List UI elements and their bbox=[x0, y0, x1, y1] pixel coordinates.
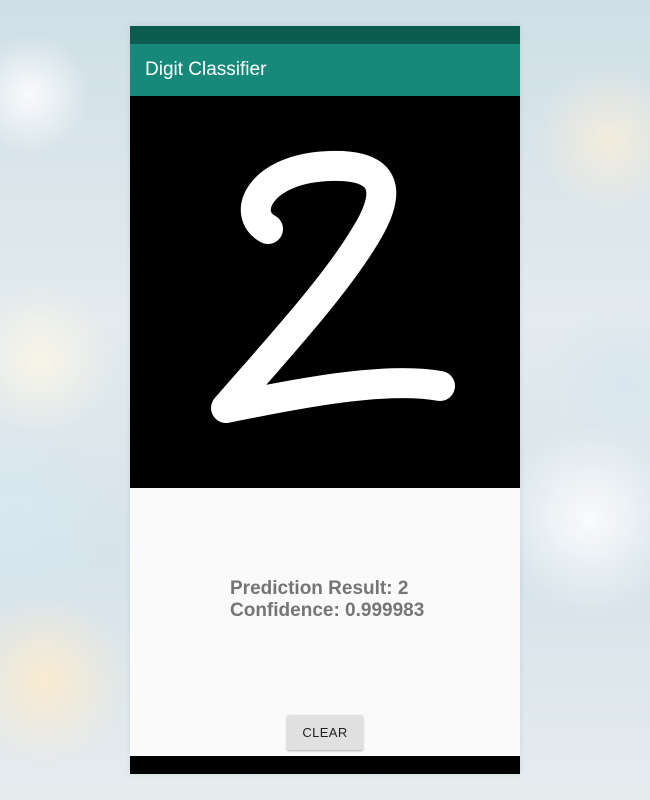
prediction-result: Prediction Result: 2 Confidence: 0.99998… bbox=[230, 578, 424, 622]
phone-screen: Digit Classifier Prediction Result: 2 Co… bbox=[130, 26, 520, 774]
prediction-text: Prediction Result: 2 bbox=[230, 578, 409, 599]
navigation-bar bbox=[130, 756, 520, 774]
status-bar bbox=[130, 26, 520, 44]
app-title: Digit Classifier bbox=[145, 59, 267, 80]
app-bar: Digit Classifier bbox=[130, 44, 520, 96]
handwritten-digit-icon bbox=[211, 150, 455, 423]
digit-stroke bbox=[211, 150, 455, 423]
drawing-canvas[interactable] bbox=[130, 96, 520, 488]
confidence-text: Confidence: 0.999983 bbox=[230, 600, 425, 621]
clear-button[interactable]: CLEAR bbox=[287, 715, 363, 750]
